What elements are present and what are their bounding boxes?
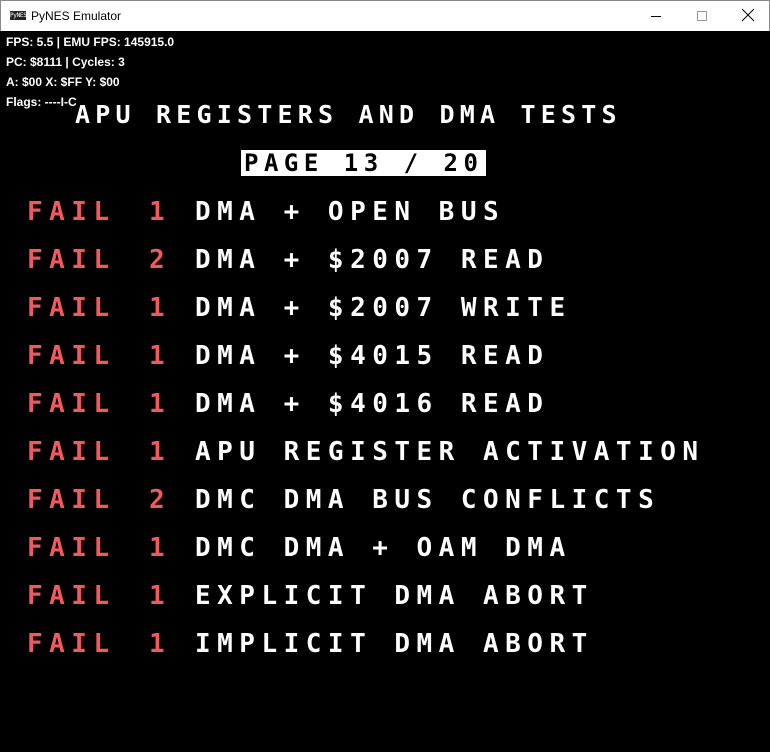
test-row: FAIL 1 DMC DMA + OAM DMA <box>27 533 767 563</box>
debug-registers-readout: A: $00 X: $FF Y: $00 <box>6 75 120 89</box>
test-row: FAIL 1 DMA + $4015 READ <box>27 341 767 371</box>
test-name: APU REGISTER ACTIVATION <box>195 437 705 467</box>
emulator-window: PyNES PyNES Emulator FPS: 5.5 | EMU FPS:… <box>0 0 770 752</box>
debug-flags-readout: Flags: ----I-C <box>6 95 77 109</box>
test-status: FAIL <box>27 581 116 611</box>
window-title: PyNES Emulator <box>31 9 122 23</box>
debug-pc-readout: PC: $8111 | Cycles: 3 <box>6 55 125 69</box>
test-error-code: 2 <box>149 485 172 515</box>
test-status: FAIL <box>27 629 116 659</box>
test-name: DMA + $4016 READ <box>195 389 550 419</box>
test-status: FAIL <box>27 533 116 563</box>
test-row: FAIL 1 DMA + $4016 READ <box>27 389 767 419</box>
debug-fps-readout: FPS: 5.5 | EMU FPS: 145915.0 <box>6 35 175 49</box>
test-error-code: 1 <box>149 437 172 467</box>
close-button[interactable] <box>725 1 770 31</box>
test-row: FAIL 1 DMA + $2007 WRITE <box>27 293 767 323</box>
close-icon <box>741 8 755 22</box>
test-row: FAIL 2 DMA + $2007 READ <box>27 245 767 275</box>
test-row: FAIL 1 EXPLICIT DMA ABORT <box>27 581 767 611</box>
test-name: EXPLICIT DMA ABORT <box>195 581 594 611</box>
test-status: FAIL <box>27 389 116 419</box>
test-error-code: 1 <box>149 197 172 227</box>
test-status: FAIL <box>27 341 116 371</box>
title-bar[interactable]: PyNES PyNES Emulator <box>0 0 770 31</box>
test-name: DMC DMA + OAM DMA <box>195 533 572 563</box>
maximize-button[interactable] <box>679 1 725 31</box>
test-status: FAIL <box>27 437 116 467</box>
test-suite-heading: APU REGISTERS AND DMA TESTS <box>75 100 622 129</box>
test-error-code: 1 <box>149 533 172 563</box>
app-icon: PyNES <box>10 11 27 20</box>
test-error-code: 1 <box>149 341 172 371</box>
test-status: FAIL <box>27 245 116 275</box>
test-name: DMA + $2007 READ <box>195 245 550 275</box>
test-row: FAIL 1 DMA + OPEN BUS <box>27 197 767 227</box>
test-row: FAIL 1 APU REGISTER ACTIVATION <box>27 437 767 467</box>
maximize-icon <box>697 11 707 21</box>
emulator-screen[interactable]: FPS: 5.5 | EMU FPS: 145915.0 PC: $8111 |… <box>0 31 770 752</box>
test-status: FAIL <box>27 485 116 515</box>
test-error-code: 1 <box>149 581 172 611</box>
test-name: IMPLICIT DMA ABORT <box>195 629 594 659</box>
test-error-code: 1 <box>149 389 172 419</box>
test-name: DMA + $2007 WRITE <box>195 293 572 323</box>
test-status: FAIL <box>27 197 116 227</box>
test-row: FAIL 1 IMPLICIT DMA ABORT <box>27 629 767 659</box>
minimize-button[interactable] <box>633 1 679 31</box>
test-row: FAIL 2 DMC DMA BUS CONFLICTS <box>27 485 767 515</box>
test-name: DMA + OPEN BUS <box>195 197 506 227</box>
test-name: DMC DMA BUS CONFLICTS <box>195 485 661 515</box>
minimize-icon <box>651 16 661 17</box>
test-error-code: 2 <box>149 245 172 275</box>
test-error-code: 1 <box>149 293 172 323</box>
test-name: DMA + $4015 READ <box>195 341 550 371</box>
test-status: FAIL <box>27 293 116 323</box>
test-error-code: 1 <box>149 629 172 659</box>
page-indicator: PAGE 13 / 20 <box>241 150 487 176</box>
